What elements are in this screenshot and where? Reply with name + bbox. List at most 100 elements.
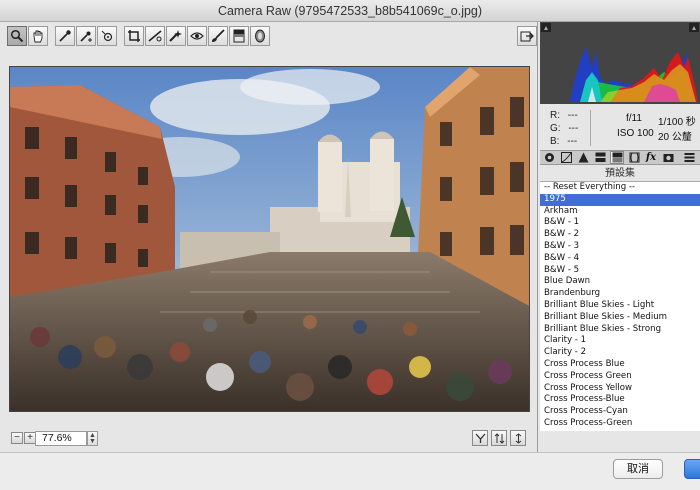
focal-length-value: 20 公釐	[658, 132, 692, 143]
preset-item[interactable]: B&W - 1	[540, 217, 700, 229]
tab-basic[interactable]	[542, 151, 556, 164]
tab-effects[interactable]: fx	[644, 151, 658, 164]
preset-item[interactable]: Clarity - 1	[540, 335, 700, 347]
tab-hsl[interactable]	[593, 151, 607, 164]
dialog-footer	[0, 452, 700, 490]
spot-removal-tool-button[interactable]	[166, 26, 186, 46]
tab-camera-calibration[interactable]	[661, 151, 675, 164]
preset-item[interactable]: Cross Process-Blue	[540, 394, 700, 406]
preset-item[interactable]: B&W - 3	[540, 241, 700, 253]
histogram	[540, 22, 700, 104]
preset-list[interactable]: -- Reset Everything -- 1975 Arkham B&W - 1B…	[540, 181, 700, 431]
copy-settings-button[interactable]	[510, 430, 526, 446]
plus-icon: +	[27, 432, 33, 443]
tab-detail[interactable]	[576, 151, 590, 164]
g-value: ---	[568, 123, 579, 134]
zoom-level-field[interactable]: 77.6%	[35, 431, 87, 446]
aperture-value: f/11	[626, 113, 642, 124]
fx-icon: fx	[645, 152, 657, 163]
open-in-photoshop-button[interactable]	[517, 26, 537, 46]
tab-lens-corrections[interactable]	[627, 151, 641, 164]
targeted-adjust-icon	[101, 30, 113, 42]
preset-item[interactable]: Cross Process Blue	[540, 359, 700, 371]
zoom-icon	[10, 29, 24, 43]
zoom-status-bar: − + 77.6% ▲ ▼	[7, 430, 538, 448]
crop-tool-button[interactable]	[124, 26, 144, 46]
presets-heading: 預設集	[605, 168, 635, 179]
tab-split-toning[interactable]	[610, 151, 624, 164]
color-sampler-tool-button[interactable]	[76, 26, 96, 46]
preset-item[interactable]: Cross Process-Cyan	[540, 406, 700, 418]
adjustment-brush-icon	[212, 29, 225, 42]
graduated-filter-tool-button[interactable]	[229, 26, 249, 46]
iso-value: ISO 100	[617, 128, 654, 139]
white-balance-icon	[59, 30, 71, 42]
red-eye-tool-button[interactable]	[187, 26, 207, 46]
detail-icon	[578, 152, 588, 163]
photo-spanish-steps	[10, 67, 529, 411]
done-button[interactable]	[684, 459, 700, 479]
preset-item[interactable]: B&W - 4	[540, 253, 700, 265]
cancel-button[interactable]: 取消	[613, 459, 663, 479]
panel-divider	[537, 22, 538, 452]
zoom-out-button[interactable]: −	[11, 432, 23, 444]
radial-filter-tool-button[interactable]	[250, 26, 270, 46]
y-split-icon	[475, 433, 485, 443]
preset-item[interactable]: B&W - 2	[540, 229, 700, 241]
preset-item[interactable]: 1975	[540, 193, 700, 206]
color-sampler-icon	[80, 31, 92, 42]
camera-calibration-icon	[663, 154, 673, 162]
swap-before-after-button[interactable]	[491, 430, 507, 446]
preset-item[interactable]: -- Reset Everything --	[540, 182, 700, 194]
zoom-tool-button[interactable]	[7, 26, 27, 46]
tab-presets[interactable]	[682, 151, 696, 164]
preset-item[interactable]: Cross Process-Green	[540, 418, 700, 430]
b-label: B: ---	[550, 136, 578, 147]
preset-item[interactable]: Brilliant Blue Skies - Light	[540, 300, 700, 312]
window-titlebar: Camera Raw (9795472533_b8b541069c_o.jpg)	[0, 0, 700, 22]
window-title: Camera Raw (9795472533_b8b541069c_o.jpg)	[217, 4, 483, 18]
zoom-level-dropdown[interactable]: ▲ ▼	[87, 431, 98, 446]
red-eye-icon	[190, 32, 204, 40]
r-label: R: ---	[550, 110, 578, 121]
preset-item[interactable]: B&W - 5	[540, 265, 700, 277]
graduated-filter-icon	[233, 29, 245, 43]
image-preview[interactable]	[9, 66, 530, 412]
b-value: ---	[567, 136, 578, 147]
swap-icon	[494, 432, 504, 444]
hsl-icon	[595, 152, 605, 162]
tab-tone-curve[interactable]	[559, 151, 573, 164]
preset-item[interactable]: Clarity - 2	[540, 347, 700, 359]
straighten-icon	[148, 30, 162, 42]
preset-item[interactable]: Arkham	[540, 206, 700, 218]
rgb-exif-readout: R: --- G: --- B: --- f/11 1/100 秒 ISO 10…	[540, 106, 700, 148]
export-icon	[520, 31, 534, 42]
hand-tool-button[interactable]	[28, 26, 48, 46]
basic-icon	[544, 153, 554, 162]
crop-icon	[128, 30, 140, 42]
preset-item[interactable]: Cross Process Green	[540, 371, 700, 383]
preset-item[interactable]: Brilliant Blue Skies - Strong	[540, 324, 700, 336]
g-label: G: ---	[550, 123, 579, 134]
view-toggle-before-after-button[interactable]	[472, 430, 488, 446]
preset-item[interactable]: Brandenburg	[540, 288, 700, 300]
white-balance-tool-button[interactable]	[55, 26, 75, 46]
preset-item[interactable]: Brilliant Blue Skies - Medium	[540, 312, 700, 324]
split-toning-icon	[612, 152, 622, 163]
spot-removal-icon	[169, 30, 182, 42]
panel-tab-bar: fx	[540, 150, 700, 165]
readout-divider	[590, 110, 591, 146]
r-value: ---	[567, 110, 578, 121]
up-down-arrow-icon: ▲ ▼	[89, 432, 96, 445]
presets-icon	[684, 153, 694, 162]
tone-curve-icon	[560, 152, 572, 163]
straighten-tool-button[interactable]	[145, 26, 165, 46]
shutter-value: 1/100 秒	[658, 117, 696, 128]
preset-item[interactable]: Cross Process Yellow	[540, 383, 700, 395]
histogram-graph	[541, 23, 699, 102]
preset-item[interactable]: Blue Dawn	[540, 276, 700, 288]
radial-filter-icon	[255, 29, 265, 43]
adjustment-brush-tool-button[interactable]	[208, 26, 228, 46]
targeted-adjust-tool-button[interactable]	[97, 26, 117, 46]
minus-icon: −	[14, 432, 20, 443]
